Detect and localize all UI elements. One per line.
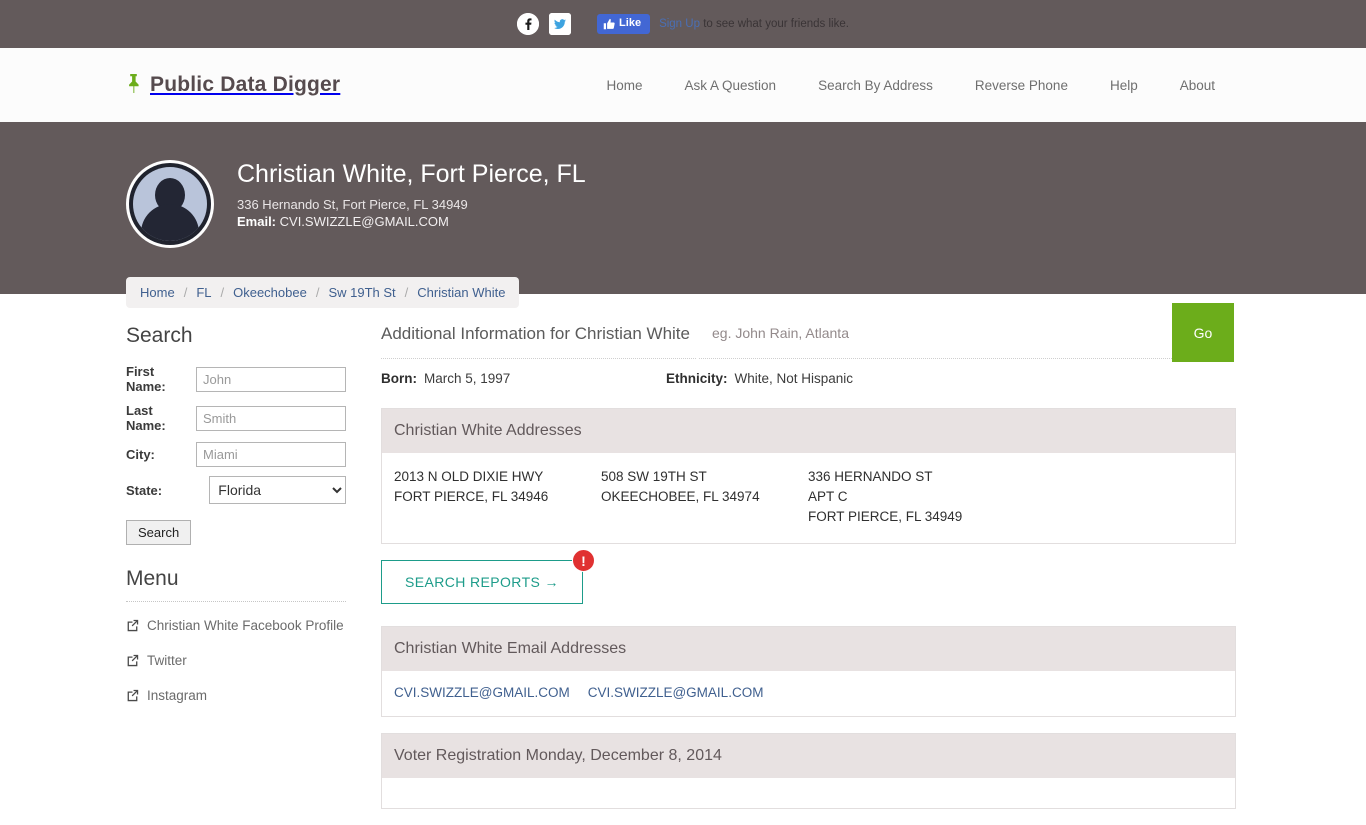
breadcrumb-separator: / — [404, 285, 409, 300]
profile-hero: Christian White, Fort Pierce, FL 336 Her… — [0, 122, 1366, 364]
sidebar-search-heading: Search — [126, 324, 193, 347]
sidebar-menu-heading: Menu — [126, 567, 346, 602]
state-select[interactable]: Florida — [209, 476, 346, 504]
born-fact: Born: March 5, 1997 — [381, 371, 666, 386]
last-name-row: Last Name: — [126, 403, 346, 433]
external-link-icon — [126, 689, 139, 702]
sidebar-menu: Menu Christian White Facebook Profile Tw… — [126, 567, 346, 703]
breadcrumb-item-fl[interactable]: FL — [196, 285, 211, 300]
address-line: 336 HERNANDO ST — [808, 469, 933, 484]
nav-item-help[interactable]: Help — [1089, 78, 1159, 93]
external-link-icon — [126, 619, 139, 632]
address-line: 508 SW 19TH ST — [601, 469, 707, 484]
pushpin-icon — [126, 73, 141, 98]
search-reports-wrapper: SEARCH REPORTS → ! — [381, 549, 595, 604]
ethnicity-fact: Ethnicity: White, Not Hispanic — [666, 371, 853, 386]
profile-email-value: CVI.SWIZZLE@GMAIL.COM — [279, 213, 449, 229]
sidebar: Search First Name: Last Name: City: Stat… — [126, 324, 381, 825]
born-value: March 5, 1997 — [424, 371, 511, 386]
twitter-icon[interactable] — [549, 13, 572, 35]
ethnicity-label: Ethnicity: — [666, 371, 728, 386]
user-avatar-icon — [126, 160, 214, 248]
email-link[interactable]: CVI.SWIZZLE@GMAIL.COM — [394, 685, 570, 700]
profile-email-label: Email: — [237, 213, 277, 229]
voter-registration-panel: Voter Registration Monday, December 8, 2… — [381, 733, 1236, 809]
search-reports-button[interactable]: SEARCH REPORTS → — [381, 560, 583, 604]
site-logo[interactable]: Public Data Digger — [126, 73, 340, 98]
last-name-label: Last Name: — [126, 403, 166, 433]
city-row: City: — [126, 442, 346, 467]
address-column: 508 SW 19TH ST OKEECHOBEE, FL 34974 — [601, 467, 808, 527]
last-name-input[interactable] — [196, 405, 346, 431]
address-line: 2013 N OLD DIXIE HWY — [394, 469, 544, 484]
facebook-icon[interactable] — [517, 13, 540, 35]
address-column: 2013 N OLD DIXIE HWY FORT PIERCE, FL 349… — [394, 467, 601, 527]
top-social-bar: Like Sign Up to see what your friends li… — [0, 0, 1366, 48]
born-label: Born: — [381, 371, 417, 386]
nav-item-ask-a-question[interactable]: Ask A Question — [664, 78, 798, 93]
page-title: Christian White, Fort Pierce, FL — [237, 160, 586, 188]
city-input[interactable] — [196, 442, 346, 467]
breadcrumb-item-sw-19th-st[interactable]: Sw 19Th St — [328, 285, 395, 300]
site-header: Public Data Digger Home Ask A Question S… — [0, 48, 1366, 122]
emails-panel: Christian White Email Addresses CVI.SWIZ… — [381, 626, 1236, 717]
facebook-signup-link[interactable]: Sign Up — [659, 18, 700, 30]
address-column: 336 HERNANDO ST APT C FORT PIERCE, FL 34… — [808, 467, 962, 527]
breadcrumb-separator: / — [220, 285, 225, 300]
sidebar-item-instagram[interactable]: Instagram — [126, 688, 346, 703]
address-line: FORT PIERCE, FL 34946 — [394, 489, 549, 504]
voter-registration-heading: Voter Registration Monday, December 8, 2… — [382, 734, 1235, 778]
sidebar-item-label: Twitter — [147, 653, 187, 668]
thumbs-up-icon — [603, 18, 615, 30]
first-name-label: First Name: — [126, 364, 166, 394]
hero-search-box: Go — [696, 301, 1236, 364]
first-name-input[interactable] — [196, 366, 346, 392]
nav-item-search-by-address[interactable]: Search By Address — [797, 78, 954, 93]
breadcrumb: Home / FL / Okeechobee / Sw 19Th St / Ch… — [126, 277, 520, 308]
sidebar-item-label: Instagram — [147, 688, 208, 703]
search-go-button[interactable]: Go — [1172, 303, 1234, 362]
first-name-row: First Name: — [126, 364, 346, 394]
city-label: City: — [126, 447, 155, 462]
state-row: State: Florida — [126, 476, 346, 504]
address-line: APT C — [808, 489, 848, 504]
state-label: State: — [126, 482, 163, 498]
breadcrumb-separator: / — [183, 285, 188, 300]
breadcrumb-item-christian-white[interactable]: Christian White — [417, 285, 505, 300]
email-link[interactable]: CVI.SWIZZLE@GMAIL.COM — [588, 685, 764, 700]
address-line: FORT PIERCE, FL 34949 — [808, 509, 963, 524]
voter-registration-body — [382, 778, 1235, 808]
profile-email-line: Email: CVI.SWIZZLE@GMAIL.COM — [237, 214, 586, 229]
profile-address: 336 Hernando St, Fort Pierce, FL 34949 — [237, 196, 468, 212]
sidebar-item-facebook-profile[interactable]: Christian White Facebook Profile — [126, 618, 346, 633]
page-content: Search First Name: Last Name: City: Stat… — [0, 294, 1366, 825]
main-navigation: Home Ask A Question Search By Address Re… — [586, 78, 1237, 93]
sidebar-item-label: Christian White Facebook Profile — [147, 618, 344, 633]
ethnicity-value: White, Not Hispanic — [734, 371, 854, 386]
search-input[interactable] — [698, 303, 1172, 362]
facebook-like-text: Sign Up to see what your friends like. — [659, 18, 849, 30]
addresses-panel: Christian White Addresses 2013 N OLD DIX… — [381, 408, 1236, 544]
nav-item-home[interactable]: Home — [586, 78, 664, 93]
emails-panel-heading: Christian White Email Addresses — [382, 627, 1235, 671]
nav-item-reverse-phone[interactable]: Reverse Phone — [954, 78, 1089, 93]
facebook-like-label: Like — [619, 17, 642, 30]
breadcrumb-item-okeechobee[interactable]: Okeechobee — [233, 285, 307, 300]
main-panel: Additional Information for Christian Whi… — [381, 324, 1236, 825]
breadcrumb-item-home[interactable]: Home — [140, 285, 175, 300]
status-badge: ! — [571, 549, 595, 572]
external-link-icon — [126, 654, 139, 667]
facebook-like-widget: Like Sign Up to see what your friends li… — [597, 14, 849, 34]
sidebar-search-button[interactable]: Search — [126, 520, 192, 545]
facebook-like-suffix: to see what your friends like. — [703, 18, 849, 30]
addresses-panel-heading: Christian White Addresses — [382, 409, 1235, 453]
breadcrumb-separator: / — [315, 285, 320, 300]
address-line: OKEECHOBEE, FL 34974 — [601, 489, 760, 504]
site-logo-text: Public Data Digger — [150, 73, 341, 96]
sidebar-item-twitter[interactable]: Twitter — [126, 653, 346, 668]
facts-row: Born: March 5, 1997 Ethnicity: White, No… — [381, 371, 1236, 386]
facebook-like-button[interactable]: Like — [597, 14, 651, 34]
nav-item-about[interactable]: About — [1159, 78, 1236, 93]
